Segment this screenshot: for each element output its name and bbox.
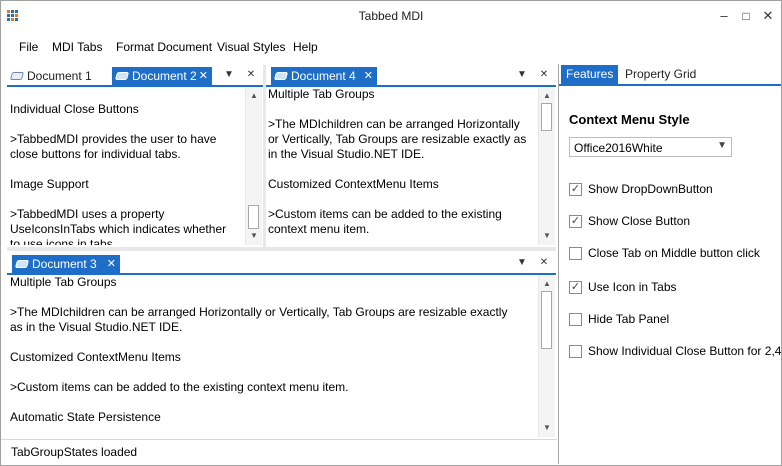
checkbox[interactable]: ✓ xyxy=(569,281,582,294)
checkbox[interactable] xyxy=(569,313,582,326)
vertical-scrollbar[interactable]: ▲ ▼ xyxy=(245,87,262,245)
tab-strip-2: Document 4 ✕ ▼ ✕ xyxy=(266,65,556,87)
document-3-text[interactable]: Multiple Tab Groups >The MDIchildren can… xyxy=(10,275,535,437)
tab-dropdown-icon[interactable]: ▼ xyxy=(515,67,529,83)
document-icon xyxy=(14,260,30,268)
tab-group-2: Document 4 ✕ ▼ ✕ Multiple Tab Groups >Th… xyxy=(266,65,556,245)
title-bar: Tabbed MDI – □ ✕ xyxy=(1,1,781,31)
tab-strip-3: Document 3 ✕ ▼ ✕ xyxy=(7,253,556,275)
horizontal-splitter[interactable] xyxy=(7,247,556,251)
chevron-down-icon[interactable]: ▼ xyxy=(717,140,727,151)
tab-label: Document 1 xyxy=(27,69,92,83)
tab-label: Document 3 xyxy=(32,257,97,271)
tab-label: Document 2 xyxy=(132,69,197,83)
select-value: Office2016White xyxy=(574,141,663,155)
checkbox[interactable]: ✓ xyxy=(569,183,582,196)
tab-dropdown-icon[interactable]: ▼ xyxy=(222,67,236,83)
status-text: TabGroupStates loaded xyxy=(11,445,138,459)
tab-features[interactable]: Features xyxy=(561,65,619,84)
features-panel: Features Property Grid Context Menu Styl… xyxy=(558,64,781,464)
checkbox[interactable]: ✓ xyxy=(569,215,582,228)
vertical-scrollbar[interactable]: ▲ ▼ xyxy=(538,87,555,245)
tab-close-icon[interactable]: ✕ xyxy=(199,67,208,85)
document-icon xyxy=(114,72,130,80)
tab-document-3[interactable]: Document 3 ✕ xyxy=(12,255,120,273)
scroll-thumb[interactable] xyxy=(541,103,552,131)
tab-group-1: Document 1 Document 2 ✕ ▼ ✕ Individual C… xyxy=(7,65,263,245)
document-icon xyxy=(9,72,25,80)
tab-document-4[interactable]: Document 4 ✕ xyxy=(271,67,377,85)
menu-visual-styles[interactable]: Visual Styles xyxy=(217,40,285,54)
section-title: Context Menu Style xyxy=(569,112,690,127)
checkbox[interactable] xyxy=(569,247,582,260)
menu-help[interactable]: Help xyxy=(293,40,318,54)
scroll-down-icon[interactable]: ▼ xyxy=(246,229,262,243)
menu-format-document[interactable]: Format Document xyxy=(116,40,212,54)
status-bar: TabGroupStates loaded xyxy=(1,439,557,464)
vertical-scrollbar[interactable]: ▲ ▼ xyxy=(538,275,555,437)
document-icon xyxy=(273,72,289,80)
panel-tab-strip: Features Property Grid xyxy=(559,64,781,86)
scroll-thumb[interactable] xyxy=(248,205,259,229)
document-4-text[interactable]: Multiple Tab Groups >The MDIchildren can… xyxy=(268,87,538,245)
group-close-icon[interactable]: ✕ xyxy=(537,255,551,271)
tab-label: Document 4 xyxy=(291,69,356,83)
tab-property-grid[interactable]: Property Grid xyxy=(620,65,701,84)
scroll-down-icon[interactable]: ▼ xyxy=(539,421,555,435)
scroll-up-icon[interactable]: ▲ xyxy=(539,277,555,291)
tab-close-icon[interactable]: ✕ xyxy=(364,67,373,85)
tab-strip-1: Document 1 Document 2 ✕ ▼ ✕ xyxy=(7,65,263,87)
tab-group-3: Document 3 ✕ ▼ ✕ Multiple Tab Groups >Th… xyxy=(7,253,556,439)
scroll-down-icon[interactable]: ▼ xyxy=(539,229,555,243)
menu-bar: File MDI Tabs Format Document Visual Sty… xyxy=(1,35,781,59)
tab-close-icon[interactable]: ✕ xyxy=(107,255,116,273)
tab-document-2[interactable]: Document 2 ✕ xyxy=(112,67,212,85)
group-close-icon[interactable]: ✕ xyxy=(244,67,258,83)
context-menu-style-select[interactable]: Office2016White ▼ xyxy=(569,137,732,157)
minimize-button[interactable]: – xyxy=(713,5,735,27)
close-button[interactable]: ✕ xyxy=(757,5,779,27)
group-close-icon[interactable]: ✕ xyxy=(537,67,551,83)
maximize-button[interactable]: □ xyxy=(735,5,757,27)
scroll-up-icon[interactable]: ▲ xyxy=(539,89,555,103)
checkbox[interactable] xyxy=(569,345,582,358)
tab-document-1[interactable]: Document 1 xyxy=(7,67,107,85)
menu-mdi-tabs[interactable]: MDI Tabs xyxy=(52,40,102,54)
menu-file[interactable]: File xyxy=(19,40,38,54)
tab-dropdown-icon[interactable]: ▼ xyxy=(515,255,529,271)
window-title: Tabbed MDI xyxy=(358,9,424,23)
scroll-thumb[interactable] xyxy=(541,291,552,349)
scroll-up-icon[interactable]: ▲ xyxy=(246,89,262,103)
document-2-text[interactable]: Individual Close Buttons >TabbedMDI prov… xyxy=(10,87,243,245)
main-window: Tabbed MDI – □ ✕ File MDI Tabs Format Do… xyxy=(0,0,782,466)
